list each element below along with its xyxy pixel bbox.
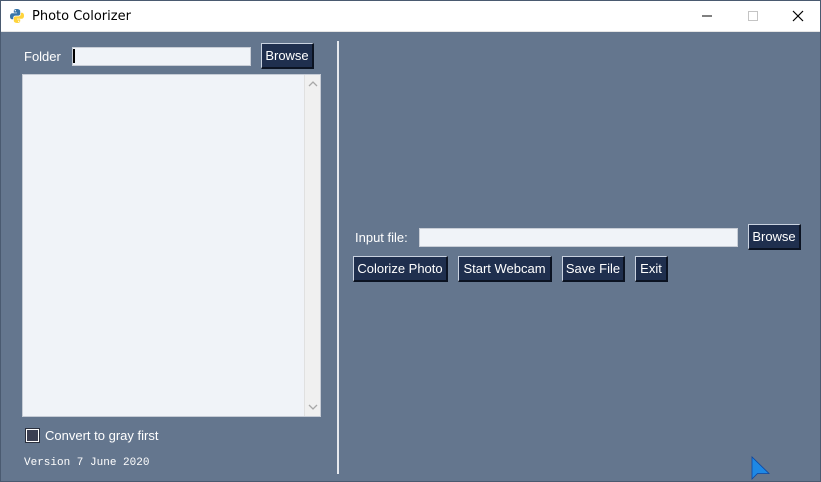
scroll-down-arrow-icon[interactable] bbox=[308, 403, 318, 411]
colorize-photo-button[interactable]: Colorize Photo bbox=[353, 256, 448, 282]
maximize-icon bbox=[748, 11, 758, 21]
close-button[interactable] bbox=[775, 1, 821, 31]
window-title: Photo Colorizer bbox=[32, 9, 131, 24]
folder-input[interactable] bbox=[72, 47, 251, 66]
minimize-icon bbox=[702, 15, 712, 17]
minimize-button[interactable] bbox=[684, 1, 730, 31]
app-window: Photo Colorizer Folder Browse Convert to… bbox=[0, 0, 821, 482]
version-text: Version 7 June 2020 bbox=[24, 457, 150, 469]
folder-label: Folder bbox=[24, 49, 61, 64]
title-bar[interactable]: Photo Colorizer bbox=[1, 1, 820, 32]
panel-divider bbox=[337, 41, 339, 474]
input-browse-button[interactable]: Browse bbox=[748, 224, 801, 250]
text-caret bbox=[73, 49, 75, 63]
exit-button[interactable]: Exit bbox=[635, 256, 668, 282]
folder-browse-button[interactable]: Browse bbox=[261, 43, 314, 69]
close-icon bbox=[792, 10, 804, 22]
convert-gray-checkbox[interactable] bbox=[25, 428, 40, 443]
python-logo-icon bbox=[9, 8, 25, 24]
mouse-pointer-icon bbox=[751, 456, 770, 480]
listbox-scrollbar[interactable] bbox=[304, 75, 320, 416]
input-file-label: Input file: bbox=[355, 230, 408, 245]
input-file-field[interactable] bbox=[419, 228, 738, 247]
start-webcam-button[interactable]: Start Webcam bbox=[458, 256, 552, 282]
convert-gray-label[interactable]: Convert to gray first bbox=[45, 428, 158, 443]
save-file-button[interactable]: Save File bbox=[562, 256, 625, 282]
scroll-up-arrow-icon[interactable] bbox=[308, 80, 318, 88]
file-listbox[interactable] bbox=[22, 74, 321, 417]
maximize-button[interactable] bbox=[730, 1, 776, 31]
